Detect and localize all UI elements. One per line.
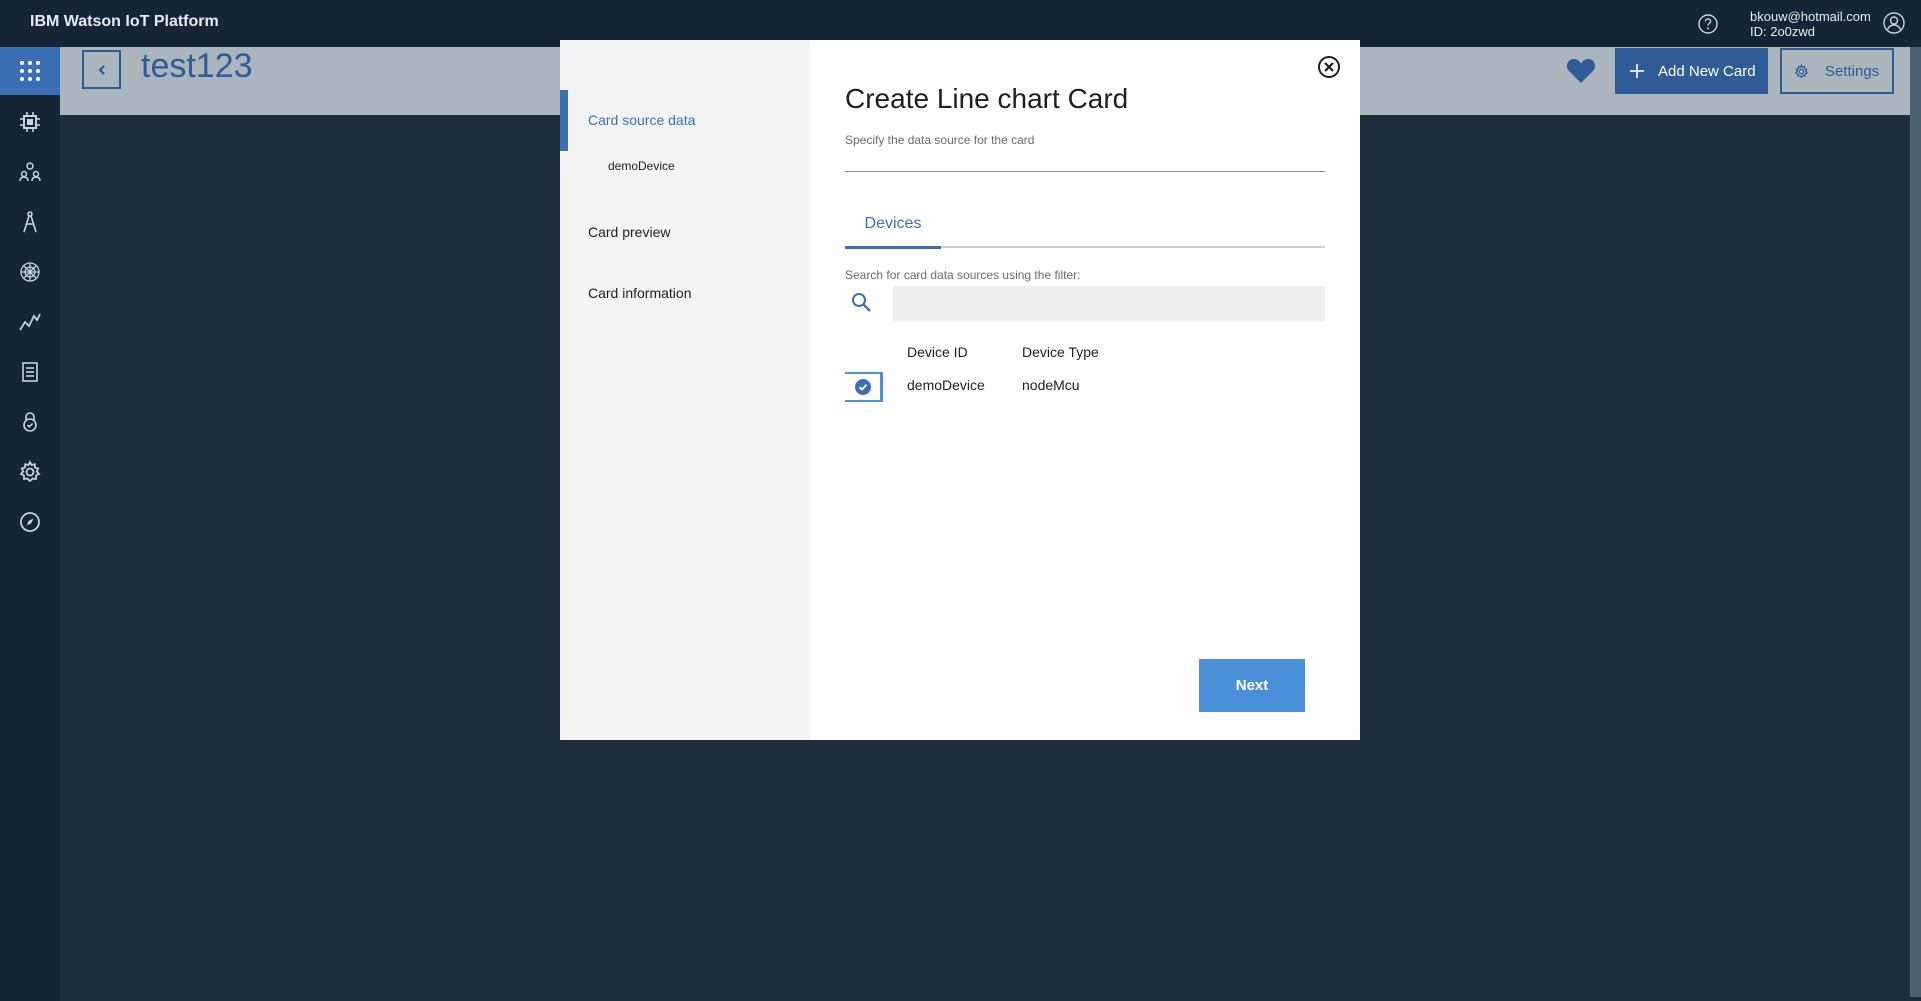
settings-gear-icon: [19, 460, 41, 483]
step-card-preview[interactable]: Card preview: [588, 224, 670, 240]
members-icon: [19, 162, 41, 182]
table-cell-device-type[interactable]: nodeMcu: [1022, 377, 1080, 393]
chip-icon: [20, 112, 40, 132]
user-email: bkouw@hotmail.com: [1750, 9, 1871, 24]
table-cell-device-id[interactable]: demoDevice: [907, 377, 985, 393]
modal-steps-panel: Card source data demoDevice Card preview…: [560, 40, 810, 740]
sidebar-item-analytics[interactable]: [0, 298, 60, 346]
logs-icon: [22, 362, 38, 382]
sidebar-item-rules[interactable]: [0, 248, 60, 296]
sidebar-item-logs[interactable]: [0, 348, 60, 396]
sidebar: [0, 47, 60, 1001]
security-icon: [23, 412, 37, 432]
account-icon[interactable]: [1882, 11, 1906, 35]
analytics-icon: [19, 313, 41, 331]
settings-label: Settings: [1825, 62, 1880, 80]
tab-devices[interactable]: Devices: [845, 214, 941, 249]
modal-title: Create Line chart Card: [845, 83, 1129, 114]
checkmark-circle-icon: [854, 379, 871, 395]
column-header-device-id[interactable]: Device ID: [907, 344, 968, 360]
sidebar-item-explore[interactable]: [0, 498, 60, 546]
search-icon: [852, 293, 871, 312]
page-title: test123: [141, 47, 253, 85]
sidebar-item-security[interactable]: [0, 398, 60, 446]
sidebar-item-dashboards[interactable]: [0, 47, 60, 95]
plus-icon: [1630, 64, 1644, 78]
active-step-indicator: [560, 90, 568, 151]
compass-tool-icon: [23, 211, 37, 233]
divider: [845, 171, 1325, 172]
gear-icon: [1794, 63, 1809, 78]
row-select-checkbox[interactable]: [845, 372, 883, 402]
sidebar-item-devices[interactable]: [0, 98, 60, 146]
chevron-left-icon: [97, 64, 105, 75]
sidebar-item-settings[interactable]: [0, 448, 60, 496]
next-button[interactable]: Next: [1199, 659, 1305, 712]
help-icon[interactable]: [1697, 13, 1719, 35]
user-info[interactable]: bkouw@hotmail.com ID: 2o0zwd: [1750, 9, 1871, 39]
column-header-device-type[interactable]: Device Type: [1022, 344, 1099, 360]
step-card-information[interactable]: Card information: [588, 285, 692, 301]
explore-compass-icon: [20, 512, 40, 532]
network-icon: [20, 262, 40, 282]
org-id: ID: 2o0zwd: [1750, 24, 1816, 39]
sidebar-item-apps[interactable]: [0, 198, 60, 246]
heart-icon[interactable]: [1566, 56, 1596, 84]
create-card-modal: Card source data demoDevice Card preview…: [560, 40, 1360, 740]
filter-search-input[interactable]: [893, 286, 1325, 321]
filter-label: Search for card data sources using the f…: [845, 268, 1081, 282]
sidebar-item-members[interactable]: [0, 148, 60, 196]
back-button[interactable]: [82, 50, 121, 89]
modal-subtitle: Specify the data source for the card: [845, 133, 1035, 147]
add-new-card-label: Add New Card: [1658, 62, 1756, 80]
settings-button[interactable]: Settings: [1780, 48, 1894, 94]
add-new-card-button[interactable]: Add New Card: [1615, 48, 1768, 94]
step-selected-source: demoDevice: [608, 159, 675, 173]
close-icon[interactable]: [1317, 55, 1341, 79]
brand-title[interactable]: IBM Watson IoT Platform: [30, 13, 219, 31]
step-card-source-data[interactable]: Card source data: [588, 112, 695, 128]
scrollbar-track[interactable]: [1910, 47, 1921, 997]
apps-grid-icon: [20, 61, 40, 81]
